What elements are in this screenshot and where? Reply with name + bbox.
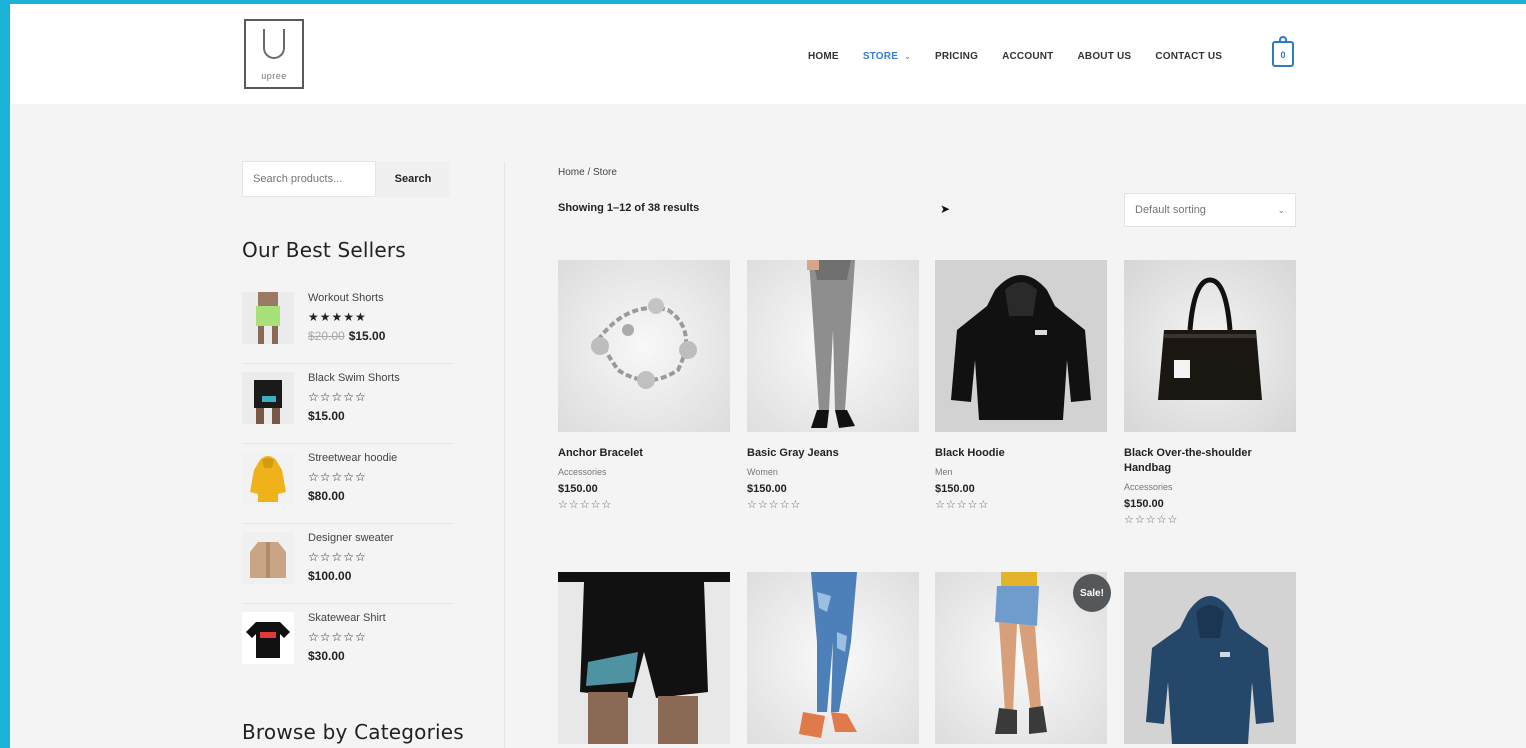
product-thumbnail [242, 532, 294, 584]
product-category: Men [935, 467, 953, 477]
best-sellers-heading: Our Best Sellers [242, 238, 406, 262]
product-price: $100.00 [308, 569, 352, 583]
sale-price: $15.00 [348, 329, 386, 343]
product-price: $150.00 [1124, 498, 1164, 510]
rating-stars: ☆☆☆☆☆ [308, 390, 367, 404]
product-name: Streetwear hoodie [308, 452, 398, 464]
product-name: Black Over-the-shoulder Handbag [1124, 447, 1252, 474]
product-image [558, 572, 730, 744]
product-thumbnail [242, 372, 294, 424]
list-item[interactable]: Designer sweater ☆☆☆☆☆ $100.00 [242, 524, 454, 604]
product-price: $20.00 $15.00 [308, 329, 385, 343]
nav-about-us[interactable]: ABOUT US [1077, 51, 1131, 62]
product-image [1124, 572, 1296, 744]
product-price: $15.00 [308, 409, 345, 423]
product-price: $30.00 [308, 649, 345, 663]
cart-handle [1279, 36, 1287, 43]
product-card[interactable]: Black Over-the-shoulder Handbag Accessor… [1124, 260, 1296, 526]
browse-categories-heading: Browse by Categories [242, 720, 464, 744]
product-name: Skatewear Shirt [308, 612, 386, 624]
rating-stars: ☆☆☆☆☆ [558, 499, 613, 511]
product-category: Accessories [1124, 482, 1173, 492]
product-card[interactable] [1124, 572, 1296, 744]
chevron-down-icon: ⌄ [1277, 204, 1285, 215]
sort-select[interactable]: Default sorting ⌄ [1124, 193, 1296, 227]
rating-stars: ☆☆☆☆☆ [308, 470, 367, 484]
product-thumbnail [242, 452, 294, 504]
product-card[interactable] [747, 572, 919, 744]
product-name: Anchor Bracelet [558, 447, 643, 459]
nav-store-label: STORE [862, 50, 899, 62]
product-image [747, 260, 919, 432]
product-image [558, 260, 730, 432]
sort-select-value: Default sorting [1135, 204, 1206, 216]
old-price: $20.00 [308, 329, 345, 343]
nav-account[interactable]: ACCOUNT [1002, 51, 1053, 62]
site-header: upree HOME STORE ⌄ PRICING ACCOUNT ABOUT … [10, 4, 1526, 104]
product-category: Accessories [558, 467, 607, 477]
product-price: $150.00 [558, 483, 598, 495]
product-thumbnail [242, 292, 294, 344]
rating-stars: ★★★★★ [308, 310, 367, 324]
product-image [935, 260, 1107, 432]
mouse-cursor-icon: ➤ [940, 202, 951, 216]
product-thumbnail [242, 612, 294, 664]
product-card[interactable]: Black Hoodie Men $150.00 ☆☆☆☆☆ [935, 260, 1107, 511]
site-logo[interactable]: upree [244, 19, 304, 89]
product-card[interactable] [558, 572, 730, 744]
product-name: Black Swim Shorts [308, 372, 400, 384]
nav-home[interactable]: HOME [808, 51, 839, 62]
product-name: Basic Gray Jeans [747, 447, 839, 459]
product-image [1124, 260, 1296, 432]
product-image [747, 572, 919, 744]
chevron-down-icon: ⌄ [904, 51, 911, 61]
rating-stars: ☆☆☆☆☆ [308, 630, 367, 644]
product-name: Designer sweater [308, 532, 394, 544]
best-sellers-list: Workout Shorts ★★★★★ $20.00 $15.00 Black … [242, 284, 454, 684]
rating-stars: ☆☆☆☆☆ [935, 499, 990, 511]
product-price: $80.00 [308, 489, 345, 503]
rating-stars: ☆☆☆☆☆ [747, 499, 802, 511]
product-name: Workout Shorts [308, 292, 384, 304]
product-card[interactable]: Basic Gray Jeans Women $150.00 ☆☆☆☆☆ [747, 260, 919, 511]
list-item[interactable]: Workout Shorts ★★★★★ $20.00 $15.00 [242, 284, 454, 364]
nav-store[interactable]: STORE ⌄ [863, 51, 911, 62]
sidebar-divider [504, 162, 505, 748]
search-button[interactable]: Search [376, 161, 450, 197]
sale-badge: Sale! [1073, 574, 1111, 612]
search-input[interactable] [242, 161, 376, 197]
product-card[interactable]: Sale! [935, 572, 1111, 744]
rating-stars: ☆☆☆☆☆ [308, 550, 367, 564]
page-frame: upree HOME STORE ⌄ PRICING ACCOUNT ABOUT … [10, 4, 1526, 748]
nav-pricing[interactable]: PRICING [935, 51, 978, 62]
cart-icon[interactable]: 0 [1272, 36, 1294, 67]
breadcrumb: Home / Store [558, 167, 617, 178]
product-price: $150.00 [935, 483, 975, 495]
logo-text: upree [261, 71, 287, 81]
main-nav: HOME STORE ⌄ PRICING ACCOUNT ABOUT US CON… [808, 46, 1246, 66]
product-name: Black Hoodie [935, 447, 1005, 459]
logo-mark-icon [263, 29, 285, 59]
cart-count: 0 [1280, 50, 1286, 60]
rating-stars: ☆☆☆☆☆ [1124, 514, 1179, 526]
nav-contact-us[interactable]: CONTACT US [1155, 51, 1222, 62]
list-item[interactable]: Black Swim Shorts ☆☆☆☆☆ $15.00 [242, 364, 454, 444]
product-category: Women [747, 467, 778, 477]
product-card[interactable]: Anchor Bracelet Accessories $150.00 ☆☆☆☆… [558, 260, 730, 511]
product-price: $150.00 [747, 483, 787, 495]
list-item[interactable]: Streetwear hoodie ☆☆☆☆☆ $80.00 [242, 444, 454, 524]
list-item[interactable]: Skatewear Shirt ☆☆☆☆☆ $30.00 [242, 604, 454, 684]
result-count: Showing 1–12 of 38 results [558, 202, 700, 214]
